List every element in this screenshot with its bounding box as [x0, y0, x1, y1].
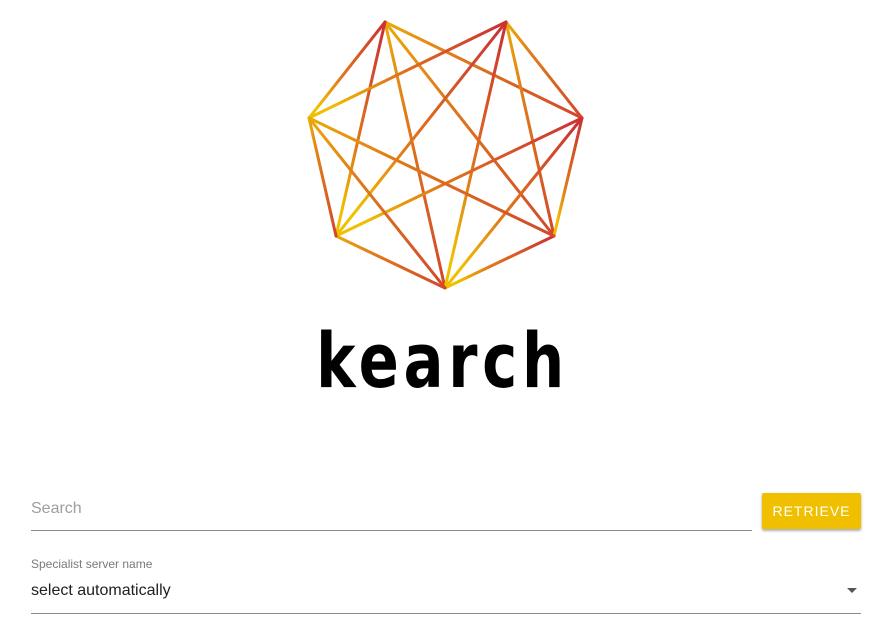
logo-line — [307, 20, 508, 120]
brand-wordmark: kearch — [316, 316, 569, 405]
logo-line — [334, 234, 447, 290]
logo-line — [383, 20, 584, 120]
logo-line — [334, 116, 584, 238]
logo-line — [307, 116, 556, 238]
specialist-select-label: Specialist server name — [31, 557, 153, 571]
specialist-server-select[interactable]: select automatically — [31, 578, 861, 614]
retrieve-button[interactable]: RETRIEVE — [762, 493, 861, 529]
specialist-select-value: select automatically — [31, 582, 171, 599]
search-field — [31, 488, 752, 531]
caret-down-icon[interactable] — [847, 588, 857, 593]
logo-line — [443, 234, 556, 290]
search-page: kearch RETRIEVE Specialist server name s… — [0, 0, 883, 641]
heptagram-icon — [307, 20, 584, 290]
search-input[interactable] — [31, 494, 752, 524]
